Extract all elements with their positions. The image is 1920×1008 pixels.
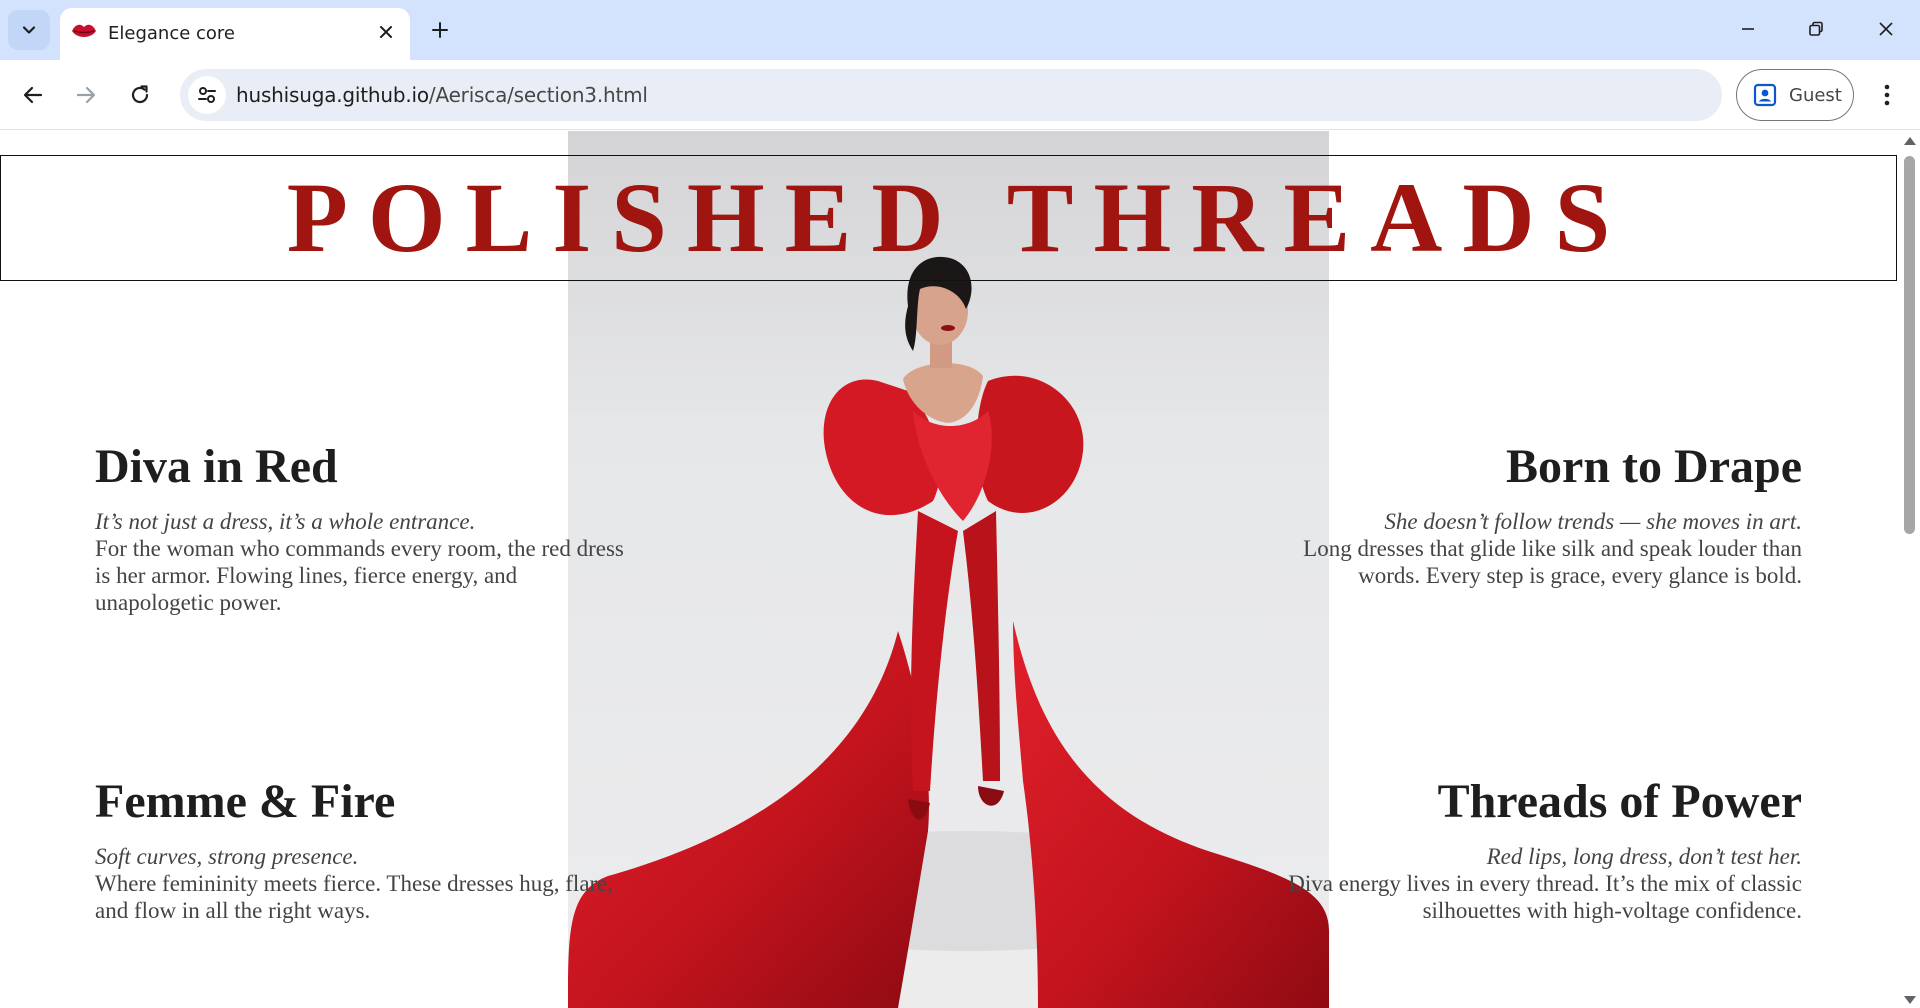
block-body: Long dresses that glide like silk and sp…: [1303, 535, 1802, 588]
title-banner: POLISHED THREADS: [0, 155, 1897, 281]
more-vertical-icon: [1884, 84, 1890, 106]
chevron-down-icon: [22, 26, 36, 34]
feature-block-born-to-drape: Born to Drape She doesn’t follow trends …: [1262, 438, 1802, 589]
block-tagline: Soft curves, strong presence.: [95, 843, 359, 869]
scroll-up-arrow-icon[interactable]: [1904, 137, 1916, 145]
block-title: Threads of Power: [1437, 775, 1802, 828]
browser-menu-button[interactable]: [1866, 74, 1908, 116]
feature-block-femme-and-fire: Femme & Fire Soft curves, strong presenc…: [95, 773, 635, 924]
reload-button[interactable]: [119, 74, 161, 116]
arrow-left-icon: [23, 86, 43, 104]
page-viewport: POLISHED THREADS Diva in Red It’s not ju…: [0, 131, 1900, 1008]
block-tagline: It’s not just a dress, it’s a whole entr…: [95, 508, 476, 534]
tab-search-button[interactable]: [8, 10, 50, 50]
browser-toolbar: hushisuga.github.io/Aerisca/section3.htm…: [0, 60, 1920, 130]
url-path: /Aerisca/section3.html: [428, 83, 648, 107]
site-info-button[interactable]: [188, 76, 226, 114]
profile-label: Guest: [1789, 84, 1842, 106]
block-body: For the woman who commands every room, t…: [95, 535, 624, 615]
close-icon: [380, 26, 392, 38]
arrow-right-icon: [76, 86, 96, 104]
active-tab[interactable]: Elegance core: [60, 8, 410, 60]
minimize-icon: [1742, 28, 1754, 30]
guest-profile-icon: [1753, 83, 1777, 107]
scrollbar-thumb[interactable]: [1904, 156, 1915, 534]
block-body: Diva energy lives in every thread. It’s …: [1288, 870, 1802, 923]
feature-block-threads-of-power: Threads of Power Red lips, long dress, d…: [1262, 773, 1802, 924]
url-host: hushisuga.github.io: [236, 83, 429, 107]
scroll-down-arrow-icon[interactable]: [1904, 996, 1916, 1004]
reload-icon: [131, 85, 149, 104]
plus-icon: [432, 22, 448, 38]
page-scrollbar[interactable]: [1900, 131, 1920, 1008]
block-body: Where femininity meets fierce. These dre…: [95, 870, 614, 923]
restore-icon: [1809, 21, 1823, 36]
tab-close-button[interactable]: [372, 18, 400, 46]
block-tagline: She doesn’t follow trends — she moves in…: [1384, 508, 1802, 534]
new-tab-button[interactable]: [422, 12, 458, 48]
block-title: Femme & Fire: [95, 775, 396, 828]
restore-button[interactable]: [1788, 6, 1844, 52]
feature-block-diva-in-red: Diva in Red It’s not just a dress, it’s …: [95, 438, 635, 616]
block-tagline: Red lips, long dress, don’t test her.: [1486, 843, 1802, 869]
close-window-button[interactable]: [1858, 6, 1914, 52]
lips-favicon-icon: [72, 24, 96, 37]
tab-strip: Elegance core: [0, 0, 1920, 60]
url-text: hushisuga.github.io/Aerisca/section3.htm…: [236, 83, 648, 107]
block-title: Born to Drape: [1506, 440, 1802, 493]
address-bar[interactable]: hushisuga.github.io/Aerisca/section3.htm…: [180, 69, 1722, 121]
back-button[interactable]: [12, 74, 54, 116]
profile-button[interactable]: Guest: [1736, 69, 1854, 121]
page-title: POLISHED THREADS: [286, 162, 1631, 273]
tab-title: Elegance core: [108, 23, 235, 44]
forward-button[interactable]: [65, 74, 107, 116]
tune-icon: [198, 87, 216, 103]
block-title: Diva in Red: [95, 440, 338, 493]
minimize-button[interactable]: [1720, 6, 1776, 52]
close-icon: [1879, 22, 1893, 36]
